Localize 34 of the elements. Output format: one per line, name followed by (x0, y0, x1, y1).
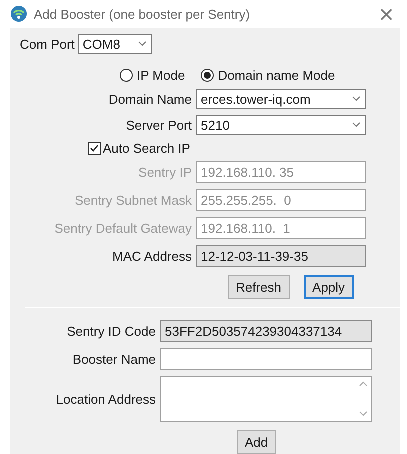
action-button[interactable]: Apply (304, 275, 354, 299)
chevron-icon (352, 96, 361, 102)
radio-icon[interactable] (201, 68, 214, 82)
radio-option[interactable]: IP Mode (120, 68, 186, 82)
globe-icon (10, 5, 28, 23)
field-label: MAC Address (112, 248, 192, 264)
field-label: Server Port (125, 118, 192, 132)
close-button[interactable]: × (378, 4, 395, 24)
field-label: Sentry ID Code (66, 324, 156, 338)
add-button[interactable]: Add (237, 430, 276, 454)
field-label: Sentry Subnet Mask (74, 192, 192, 208)
field-label: Sentry IP (138, 164, 192, 180)
field-label: Com Port (20, 36, 75, 52)
text-area[interactable] (160, 376, 372, 422)
window-title: Add Booster (one booster per Sentry) (34, 6, 252, 22)
input-field[interactable] (160, 348, 372, 370)
checkbox-label: Auto Search IP (103, 140, 190, 156)
chevron-icon (352, 122, 361, 128)
readonly-field: 53FF2D503574239304337134 (160, 320, 372, 342)
field-label: Location Address (55, 392, 156, 406)
field-label: Sentry Default Gateway (54, 220, 192, 236)
radio-label: IP Mode (137, 68, 186, 82)
combo-box[interactable]: 5210 (196, 115, 366, 135)
chevron-icon (138, 41, 147, 47)
combo-box[interactable]: COM8 (78, 34, 152, 54)
readonly-field: 12-12-03-11-39-35 (196, 245, 366, 267)
field-label: Booster Name (72, 352, 156, 366)
checkbox[interactable] (88, 142, 101, 154)
scroll-up-icon[interactable] (358, 381, 368, 387)
scroll-down-icon[interactable] (358, 411, 368, 417)
radio-icon[interactable] (120, 68, 133, 82)
action-button[interactable]: Refresh (228, 275, 290, 299)
field-label: Domain Name (108, 92, 192, 106)
combo-box[interactable]: erces.tower-iq.com (196, 89, 366, 109)
